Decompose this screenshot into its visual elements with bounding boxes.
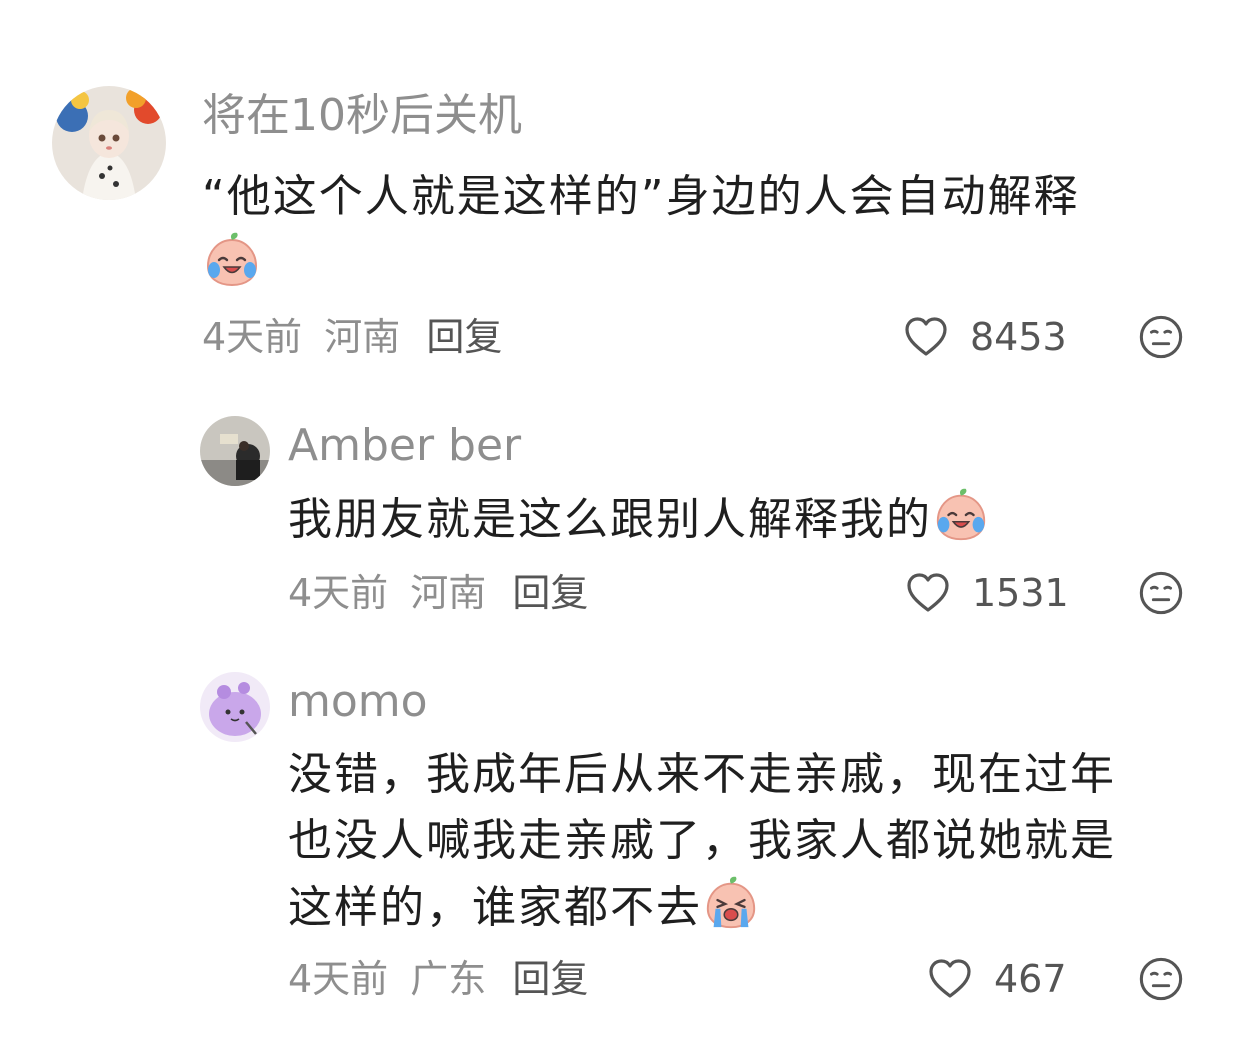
username[interactable]: momo: [288, 672, 428, 732]
heart-icon: [926, 955, 974, 1003]
like-button[interactable]: 467: [926, 954, 1067, 1004]
comment-text-line: 这样的，谁家都不去: [288, 882, 702, 933]
comment-time: 4天前: [288, 957, 389, 1001]
crying-peach-icon: [702, 874, 760, 932]
comment-meta: 4天前 广东 回复: [288, 954, 588, 1004]
reply-button[interactable]: 回复: [512, 957, 588, 1001]
dislike-icon[interactable]: [1138, 956, 1184, 1002]
avatar[interactable]: [200, 672, 270, 742]
reply-item: momo 没错，我成年后从来不走亲戚，现在过年 也没人喊我走亲戚了，我家人都说她…: [0, 0, 1260, 1046]
comment-text: 没错，我成年后从来不走亲戚，现在过年 也没人喊我走亲戚了，我家人都说她就是 这样…: [288, 742, 1228, 941]
comment-text-line: 没错，我成年后从来不走亲戚，现在过年: [288, 749, 1116, 800]
comment-location: 广东: [410, 957, 487, 1001]
comment-text-line: 也没人喊我走亲戚了，我家人都说她就是: [288, 815, 1116, 866]
like-count: 467: [994, 957, 1067, 1001]
